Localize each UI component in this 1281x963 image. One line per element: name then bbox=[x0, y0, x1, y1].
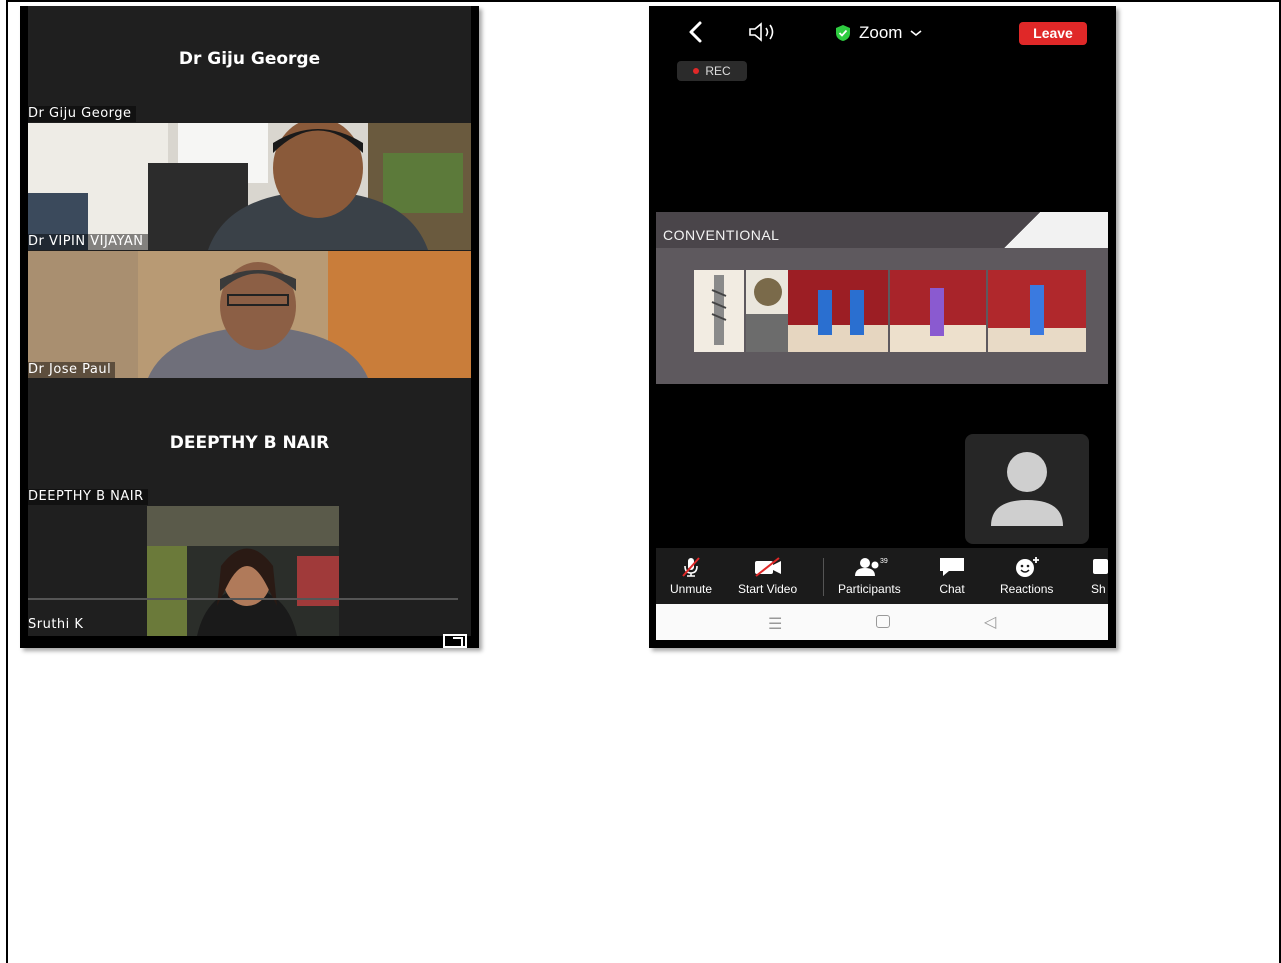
share-label: Sh bbox=[1091, 582, 1106, 596]
participant-video-frame bbox=[28, 251, 471, 378]
meeting-title: Zoom bbox=[859, 23, 903, 42]
start-video-label: Start Video bbox=[738, 582, 798, 596]
gallery-scrollbar[interactable] bbox=[28, 598, 458, 600]
participant-name-label: Dr Giju George bbox=[28, 106, 136, 122]
meeting-toolbar: Unmute Start Video 39 Participants Chat … bbox=[656, 548, 1108, 604]
participant-video-frame bbox=[28, 123, 471, 250]
menu-icon[interactable]: ☰ bbox=[768, 614, 782, 634]
unmute-button[interactable]: Unmute bbox=[670, 556, 712, 596]
slide-photo-implant-1 bbox=[788, 270, 888, 352]
participant-tile-deepthy[interactable]: DEEPTHY B NAIR bbox=[28, 379, 471, 506]
participant-video-frame bbox=[147, 506, 339, 636]
participant-video-sruthi[interactable] bbox=[147, 506, 339, 636]
gallery-view-screenshot: Dr Giju George Dr Giju George Dr VIPIN V… bbox=[20, 6, 479, 648]
back-arrow-icon[interactable] bbox=[685, 20, 707, 44]
shield-check-icon bbox=[836, 25, 850, 41]
chevron-down-icon bbox=[910, 30, 922, 37]
participant-name-label: DEEPTHY B NAIR bbox=[28, 489, 148, 505]
expand-icon[interactable] bbox=[443, 634, 467, 648]
reactions-button[interactable]: Reactions bbox=[1000, 556, 1053, 596]
participant-name-label: Dr Jose Paul bbox=[28, 362, 116, 378]
participant-banner-name: DEEPTHY B NAIR bbox=[169, 433, 330, 453]
meeting-top-bar: Zoom Leave bbox=[649, 6, 1116, 58]
slide-decoration bbox=[1000, 212, 1108, 248]
participant-name-label: Dr VIPIN VIJAYAN bbox=[28, 234, 148, 250]
chat-label: Chat bbox=[939, 582, 965, 596]
meeting-title-dropdown[interactable]: Zoom bbox=[835, 22, 922, 44]
participants-label: Participants bbox=[838, 582, 901, 596]
participant-video-jose[interactable] bbox=[28, 251, 471, 378]
leave-button[interactable]: Leave bbox=[1019, 22, 1087, 45]
participants-button[interactable]: 39 Participants bbox=[838, 556, 901, 596]
avatar-placeholder-icon bbox=[991, 452, 1063, 526]
self-video-thumbnail[interactable] bbox=[965, 434, 1089, 544]
chat-button[interactable]: Chat bbox=[937, 556, 967, 596]
microphone-muted-icon bbox=[682, 557, 700, 577]
back-triangle-icon[interactable]: ◁ bbox=[984, 612, 996, 632]
start-video-button[interactable]: Start Video bbox=[738, 556, 797, 596]
speaker-icon[interactable] bbox=[747, 22, 781, 42]
unmute-label: Unmute bbox=[670, 582, 713, 596]
reactions-label: Reactions bbox=[1000, 582, 1054, 596]
smiley-plus-icon bbox=[1015, 557, 1039, 577]
record-dot-icon bbox=[693, 68, 700, 74]
camera-off-icon bbox=[754, 557, 781, 577]
shared-screen-slide[interactable]: CONVENTIONAL bbox=[656, 212, 1108, 384]
toolbar-divider bbox=[823, 558, 824, 596]
participant-banner-name: Dr Giju George bbox=[178, 49, 321, 69]
recording-label: REC bbox=[705, 64, 731, 78]
slide-title: CONVENTIONAL bbox=[663, 227, 780, 243]
gallery-grid: Dr Giju George Dr Giju George Dr VIPIN V… bbox=[28, 6, 471, 636]
slide-photo-drill bbox=[694, 270, 744, 352]
slide-photo-implant-3 bbox=[988, 270, 1086, 352]
chat-bubble-icon bbox=[940, 558, 964, 576]
slide-photo-implant-2 bbox=[890, 270, 986, 352]
share-button[interactable]: Sh bbox=[1091, 556, 1108, 596]
zoom-meeting-screenshot: Zoom Leave REC CONVENTIONAL Unmute Start… bbox=[649, 6, 1116, 648]
participant-count: 39 bbox=[880, 558, 888, 565]
android-navigation-bar: ☰ ◁ bbox=[656, 604, 1108, 640]
participants-icon: 39 bbox=[855, 558, 888, 576]
recording-badge: REC bbox=[677, 61, 747, 81]
slide-photo-socket bbox=[746, 270, 790, 352]
share-icon bbox=[1093, 559, 1108, 574]
participant-video-vipin[interactable] bbox=[28, 123, 471, 250]
slide-clinical-photos bbox=[694, 270, 1086, 352]
home-square-icon[interactable] bbox=[876, 615, 890, 628]
participant-name-label: Sruthi K bbox=[28, 617, 84, 632]
